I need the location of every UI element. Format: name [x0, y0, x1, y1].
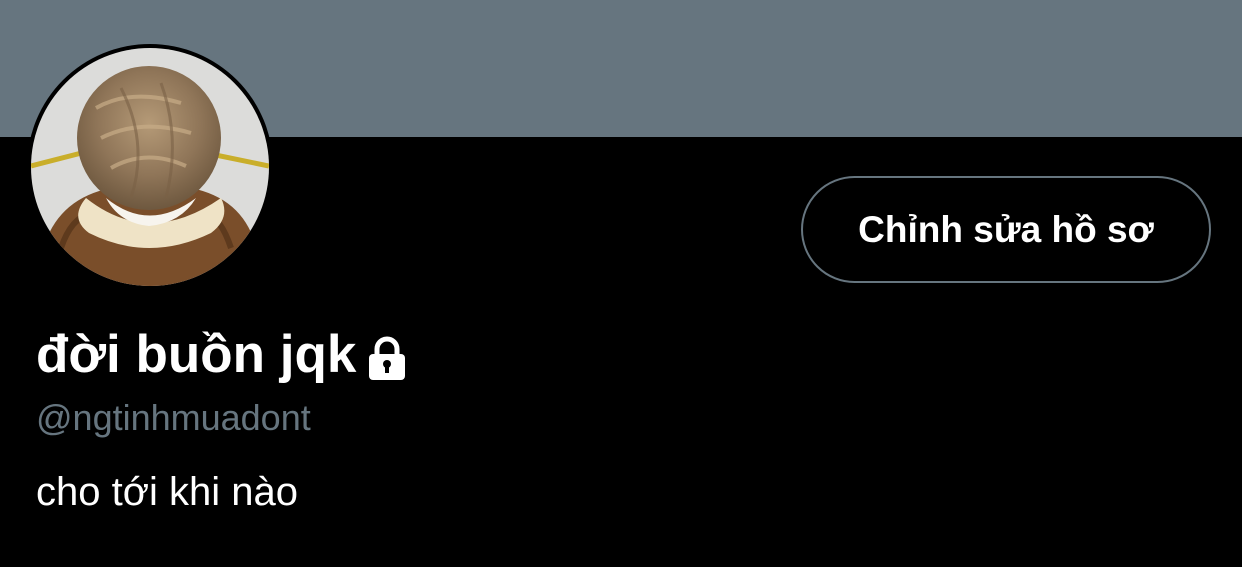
edit-profile-button[interactable]: Chỉnh sửa hồ sơ: [801, 176, 1211, 283]
avatar-photo: [31, 48, 269, 286]
avatar[interactable]: [27, 44, 273, 290]
lock-icon: [362, 333, 412, 383]
display-name: đời buồn jqk: [36, 325, 357, 384]
profile-bio: cho tới khi nào: [36, 470, 298, 514]
name-row: đời buồn jqk: [36, 320, 412, 390]
profile-handle: @ngtinhmuadont: [36, 397, 311, 438]
